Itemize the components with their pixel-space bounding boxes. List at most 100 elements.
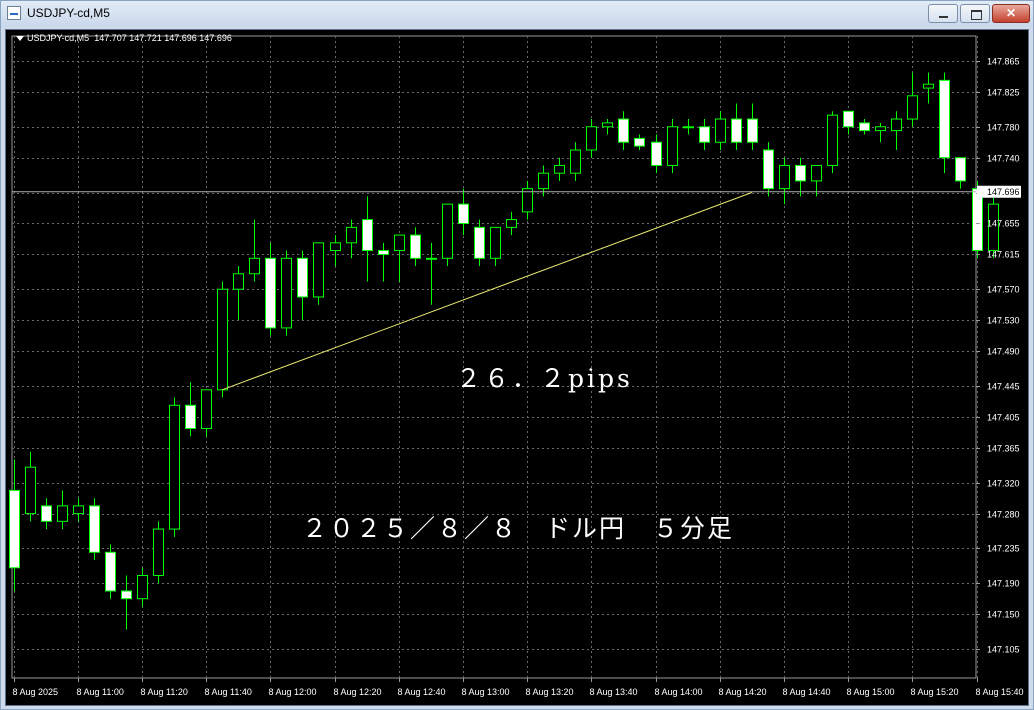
candle-body-bull [875, 126, 886, 132]
candle-body-bear [41, 505, 52, 522]
candle [699, 119, 710, 150]
candle [201, 389, 212, 437]
candle-body-bull [907, 95, 918, 120]
price-chart[interactable]: 147.865147.825147.780147.740147.695147.6… [6, 30, 1028, 705]
y-tick-label: 147.190 [987, 579, 1020, 589]
date-title-annotation: ２０２５／８／８ ドル円 ５分足 [302, 514, 734, 543]
candle-body-bull [169, 404, 180, 530]
candle-body-bear [9, 489, 20, 569]
x-tick-label: 8 Aug 2025 [13, 687, 59, 697]
candle [442, 203, 453, 267]
candle-body-bear [699, 126, 710, 143]
candle-body-bull [330, 242, 341, 252]
candle [747, 103, 758, 150]
candle [522, 180, 533, 220]
candle [634, 134, 645, 150]
candle [506, 211, 517, 236]
y-tick-label: 147.150 [987, 610, 1020, 620]
candle-body-bear [747, 118, 758, 143]
candle [602, 119, 613, 135]
y-tick-label: 147.570 [987, 285, 1020, 295]
candle-body-bear [955, 157, 966, 182]
chart-area[interactable]: 147.865147.825147.780147.740147.695147.6… [5, 29, 1029, 706]
candle-body-bear [634, 137, 645, 147]
candle-body-bull [57, 505, 68, 522]
candle [41, 498, 52, 530]
candle [875, 122, 886, 143]
candle [426, 242, 437, 305]
candle [25, 451, 36, 522]
candle [378, 242, 389, 282]
x-tick-label: 8 Aug 12:40 [398, 687, 446, 697]
candle [939, 72, 950, 174]
candle [137, 567, 148, 607]
candle [73, 498, 84, 522]
candle [667, 119, 678, 174]
candle-body-bear [410, 234, 421, 259]
candle-body-bull [490, 226, 501, 259]
candle [763, 142, 774, 197]
close-button[interactable] [992, 4, 1030, 23]
candle-body-bull [201, 389, 212, 430]
candle-body-bull [923, 83, 934, 89]
window-title: USDJPY-cd,M5 [27, 6, 110, 20]
candle-body-bear [939, 79, 950, 159]
candle-body-bear [859, 122, 870, 132]
minimize-button[interactable] [928, 4, 958, 23]
pips-annotation: ２６．２pips [456, 364, 633, 393]
x-tick-label: 8 Aug 11:20 [141, 687, 188, 697]
candle [249, 219, 260, 282]
candle [394, 234, 405, 282]
candle-body-bear [362, 219, 373, 252]
candle [217, 281, 228, 398]
candle-body-bear [378, 250, 389, 255]
candle-body-bull [153, 528, 164, 576]
y-tick-label: 147.105 [987, 645, 1020, 655]
candle [362, 196, 373, 282]
candle-body-bull [313, 242, 324, 298]
annotations: ２６．２pips ２０２５／８／８ ドル円 ５分足 [302, 364, 734, 543]
candle-body-bear [972, 188, 983, 252]
maximize-button[interactable] [960, 4, 990, 23]
dropdown-triangle-icon[interactable] [16, 36, 24, 42]
candle [105, 544, 116, 599]
candle [313, 242, 324, 305]
candle-body-bull [249, 257, 260, 275]
candle [843, 110, 854, 135]
candle-body-bull [779, 164, 790, 190]
symbol-info[interactable]: USDJPY-cd,M5 147.707 147.721 147.696 147… [16, 33, 232, 43]
y-tick-label: 147.490 [987, 347, 1020, 357]
y-tick-label: 147.530 [987, 316, 1020, 326]
x-tick-label: 8 Aug 14:40 [783, 687, 831, 697]
x-tick-label: 8 Aug 13:20 [526, 687, 574, 697]
candle-body-bear [474, 226, 485, 259]
candle-body-bull [586, 126, 597, 151]
candle-body-bull [506, 219, 517, 228]
candle-body-bull [25, 466, 36, 515]
candle-body-bull [827, 114, 838, 166]
candle [907, 72, 918, 127]
candle-body-bull [602, 122, 613, 128]
candle [586, 119, 597, 158]
candle-body-bull [394, 234, 405, 252]
candle [89, 498, 100, 561]
candle [474, 219, 485, 267]
candle [779, 157, 790, 205]
x-tick-label: 8 Aug 11:40 [205, 687, 252, 697]
candle [795, 157, 806, 197]
candle-body-bear [458, 203, 469, 224]
candle-body-bull [891, 118, 902, 132]
candle-body-bull [281, 257, 292, 329]
candle [153, 521, 164, 584]
candle-body-bear [89, 505, 100, 553]
ohlc-values: 147.707 147.721 147.696 147.696 [94, 33, 232, 43]
candle [458, 188, 469, 236]
candle [731, 103, 742, 150]
candle [651, 134, 662, 174]
candle-body-bull [73, 505, 84, 515]
candle [410, 227, 421, 267]
candle [570, 142, 581, 181]
y-tick-label: 147.615 [987, 250, 1020, 260]
candle-body-bull [137, 575, 148, 600]
title-bar[interactable]: USDJPY-cd,M5 [1, 1, 1033, 27]
